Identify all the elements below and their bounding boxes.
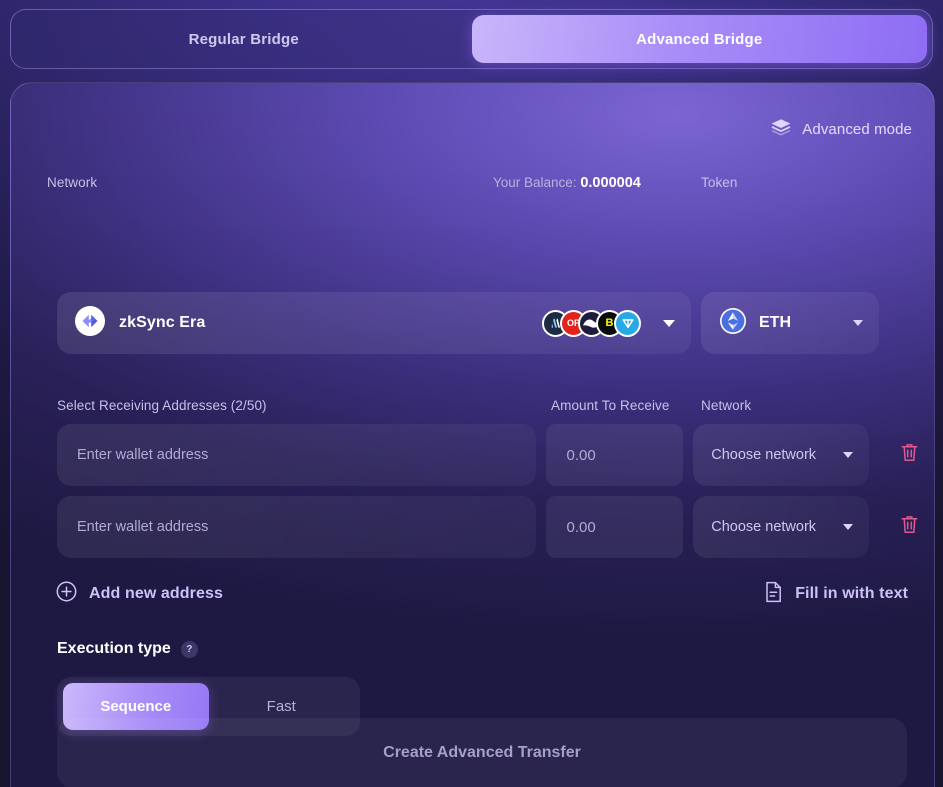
row-network-selector-1[interactable]: Choose network (693, 424, 870, 486)
delete-row-button-2[interactable] (889, 507, 929, 547)
add-new-address-label: Add new address (89, 585, 223, 602)
network-label: Network (47, 175, 98, 190)
supported-chains-stack[interactable]: OP B (542, 309, 641, 337)
advanced-mode-toggle[interactable]: Advanced mode (770, 118, 912, 141)
receiving-row-labels: Select Receiving Addresses (2/50) Amount… (57, 398, 898, 416)
token-chevron-down-icon[interactable] (853, 320, 863, 326)
balance-value: 0.000004 (580, 175, 641, 191)
row-network-value-1: Choose network (711, 447, 817, 463)
help-icon[interactable]: ? (180, 640, 198, 658)
delete-row-button-1[interactable] (889, 435, 929, 475)
network-chevron-down-icon[interactable] (663, 319, 675, 327)
balance-prefix: Your Balance: (493, 175, 577, 190)
tab-regular-bridge[interactable]: Regular Bridge (16, 15, 472, 63)
network-selector[interactable]: zkSync Era OP B (57, 292, 691, 354)
row-chevron-down-icon-1[interactable] (843, 452, 854, 458)
eth-icon (719, 307, 747, 340)
amount-to-receive-label: Amount To Receive (551, 398, 670, 413)
table-row: Enter wallet address 0.00 Choose network (57, 496, 929, 558)
add-new-address-button[interactable]: Add new address (56, 580, 223, 608)
token-label: Token (701, 175, 738, 190)
trash-icon (900, 442, 919, 468)
document-icon (764, 581, 783, 608)
execution-type-title: Execution type (57, 640, 171, 657)
amount-input-1[interactable]: 0.00 (546, 424, 684, 486)
selected-network-name: zkSync Era (119, 314, 206, 331)
row-chevron-down-icon-2[interactable] (843, 524, 854, 530)
receiving-addresses-title: Select Receiving Addresses (2/50) (57, 398, 267, 413)
table-row: Enter wallet address 0.00 Choose network (57, 424, 929, 486)
receiving-network-label: Network (701, 398, 752, 413)
trash-icon (900, 514, 919, 540)
advanced-bridge-card: Advanced mode Network Your Balance: 0.00… (10, 82, 935, 787)
create-advanced-transfer-button[interactable]: Create Advanced Transfer (57, 718, 907, 787)
fill-in-with-text-label: Fill in with text (795, 585, 908, 602)
advanced-mode-label: Advanced mode (802, 121, 912, 138)
network-row-labels: Network Your Balance: 0.000004 Token (47, 175, 898, 193)
row-network-value-2: Choose network (711, 519, 817, 535)
tab-advanced-bridge[interactable]: Advanced Bridge (471, 15, 927, 63)
page-background: Regular Bridge Advanced Bridge Advanced … (0, 0, 943, 787)
balance-readout: Your Balance: 0.000004 (493, 175, 641, 191)
wallet-address-input-1[interactable]: Enter wallet address (57, 424, 537, 486)
zksync-era-icon (75, 305, 105, 341)
layers-icon (770, 118, 792, 141)
plus-circle-icon (56, 581, 77, 607)
selected-token-name: ETH (759, 314, 791, 331)
execution-type-header: Execution type ? (57, 640, 198, 658)
fill-in-with-text-button[interactable]: Fill in with text (764, 580, 908, 608)
chain-icon-ton (614, 309, 641, 337)
row-network-selector-2[interactable]: Choose network (693, 496, 870, 558)
amount-input-2[interactable]: 0.00 (546, 496, 684, 558)
bridge-mode-tabs: Regular Bridge Advanced Bridge (10, 9, 933, 69)
token-selector[interactable]: ETH (701, 292, 879, 354)
wallet-address-input-2[interactable]: Enter wallet address (57, 496, 537, 558)
